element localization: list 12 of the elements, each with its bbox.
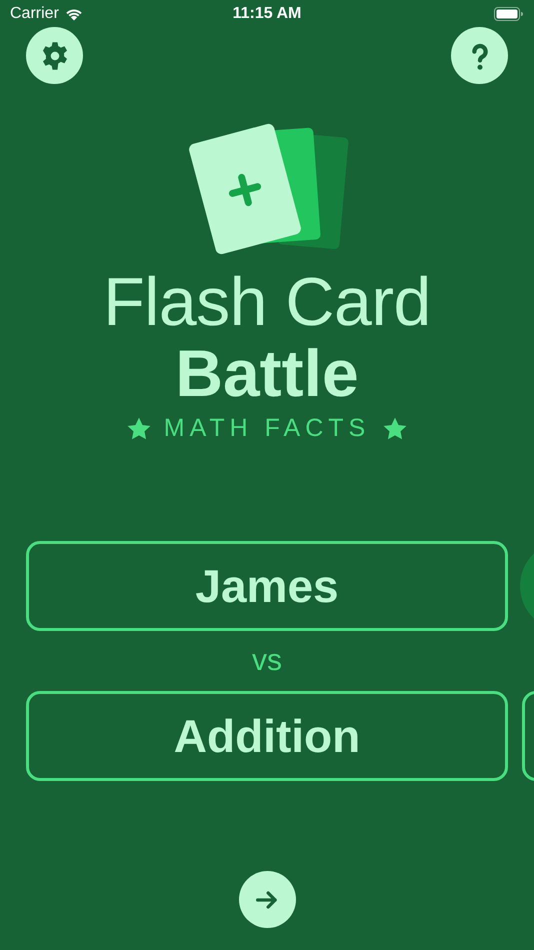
title-text: Flash Card — [103, 266, 431, 338]
wifi-icon — [64, 7, 84, 21]
mode-button[interactable]: Addition — [26, 691, 508, 781]
status-time: 11:15 AM — [232, 5, 302, 23]
subtitle-text: MATH FACTS — [164, 414, 370, 443]
star-icon — [126, 416, 152, 442]
versus-label: vs — [252, 643, 282, 679]
carrier-label: Carrier — [10, 5, 59, 23]
title-text: Battle — [175, 338, 359, 408]
player-button[interactable]: James — [26, 541, 508, 631]
star-icon — [382, 416, 408, 442]
battery-icon — [494, 7, 524, 21]
